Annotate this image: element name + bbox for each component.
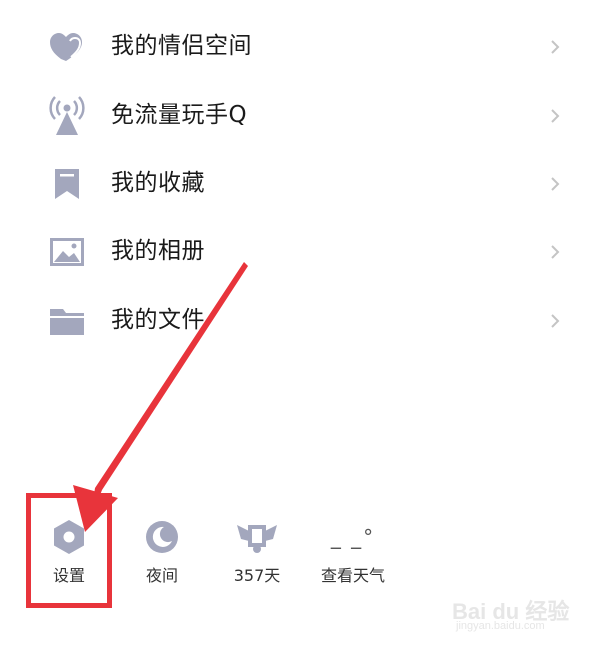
baidu-jingyan-watermark: Bai du 经验 jingyan.baidu.com xyxy=(452,594,582,636)
annotation-arrow xyxy=(73,262,248,532)
watermark-sub-text: jingyan.baidu.com xyxy=(456,620,545,632)
